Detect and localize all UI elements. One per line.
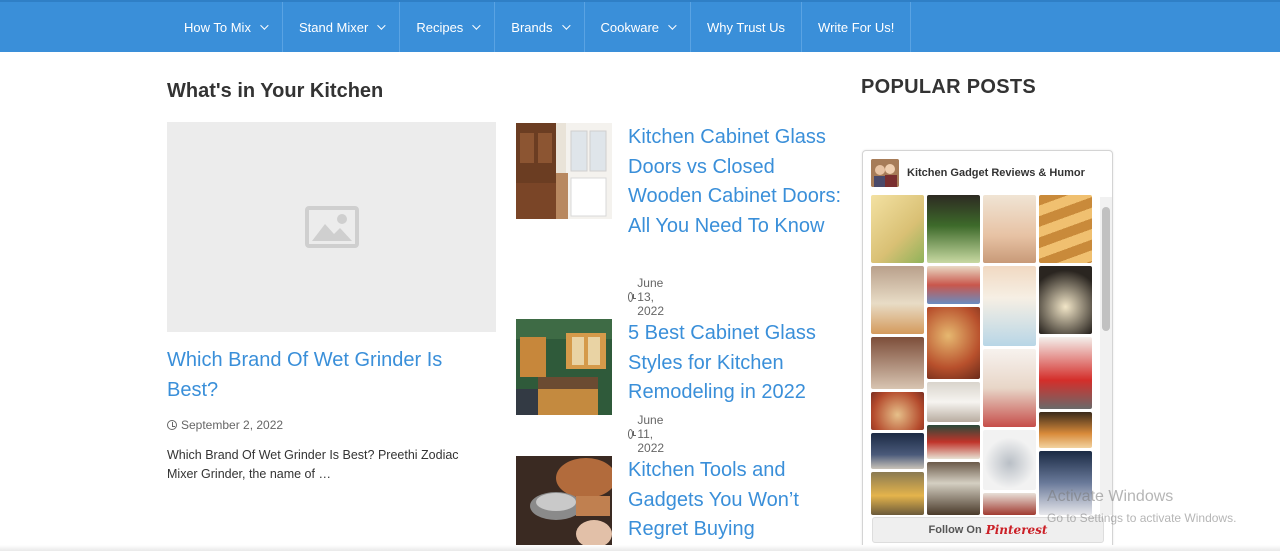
nav-item-stand-mixer[interactable]: Stand Mixer	[283, 2, 401, 52]
chevron-down-icon	[472, 21, 481, 30]
pin-image[interactable]	[871, 266, 924, 334]
pin-image[interactable]	[983, 493, 1036, 515]
nav-item-recipes[interactable]: Recipes	[400, 2, 496, 52]
nav-item-brands[interactable]: Brands	[495, 2, 585, 52]
pin-image[interactable]	[871, 433, 924, 469]
chevron-down-icon	[377, 21, 386, 30]
featured-post-excerpt: Which Brand Of Wet Grinder Is Best? Pree…	[167, 448, 459, 481]
chevron-down-icon	[668, 21, 677, 30]
featured-post-image[interactable]	[167, 122, 496, 332]
post-date: June 11, 2022	[628, 413, 669, 455]
pin-image[interactable]	[927, 195, 980, 263]
pin-image[interactable]	[983, 266, 1036, 346]
post-thumbnail[interactable]	[516, 456, 612, 551]
pin-image[interactable]	[1039, 412, 1092, 448]
chevron-down-icon	[260, 21, 269, 30]
nav-item-label: How To Mix	[184, 19, 251, 35]
nav-item-label: Stand Mixer	[298, 19, 369, 35]
pin-image[interactable]	[983, 430, 1036, 490]
nav-item-write-for-us[interactable]: Write For Us!	[802, 2, 912, 52]
post-thumbnail[interactable]	[516, 123, 612, 219]
scrollbar-thumb[interactable]	[1102, 207, 1110, 331]
pin-image[interactable]	[927, 382, 980, 422]
pin-image[interactable]	[927, 266, 980, 304]
activate-windows-title: Activate Windows	[1047, 488, 1174, 505]
avatar	[871, 159, 899, 187]
pin-image[interactable]	[871, 337, 924, 389]
section-title: What's in Your Kitchen	[167, 80, 384, 102]
widget-board-name: Kitchen Gadget Reviews & Humor	[907, 167, 1085, 179]
nav-item-label: Cookware	[600, 19, 660, 35]
featured-post-title[interactable]: Which Brand Of Wet Grinder Is Best?	[167, 345, 487, 405]
pin-image[interactable]	[1039, 266, 1092, 334]
nav-item-label: Recipes	[416, 19, 464, 35]
featured-post-date: September 2, 2022	[167, 418, 283, 432]
widget-scrollbar[interactable]	[1100, 197, 1112, 515]
pin-image[interactable]	[871, 195, 924, 263]
pin-image[interactable]	[927, 425, 980, 459]
clock-icon	[628, 292, 637, 302]
nav-item-cookware[interactable]: Cookware	[585, 2, 692, 52]
pinterest-logo-text: Pinterest	[985, 523, 1048, 537]
pin-image[interactable]	[1039, 195, 1092, 263]
nav-menu: How To Mix Stand Mixer Recipes Brands Co…	[168, 2, 912, 52]
pin-image[interactable]	[871, 392, 924, 430]
image-placeholder-icon	[304, 206, 359, 248]
pin-image[interactable]	[871, 472, 924, 515]
post-date-text: June 11, 2022	[637, 413, 665, 455]
sidebar-title: POPULAR POSTS	[861, 76, 1037, 98]
post-date-text: September 2, 2022	[181, 418, 284, 432]
nav-item-why-trust-us[interactable]: Why Trust Us	[691, 2, 803, 52]
pin-image[interactable]	[927, 462, 980, 515]
chevron-down-icon	[561, 21, 571, 30]
post-title[interactable]: Kitchen Cabinet Glass Doors vs Closed Wo…	[628, 123, 853, 241]
widget-header[interactable]: Kitchen Gadget Reviews & Humor	[863, 151, 1112, 195]
post-title[interactable]: 5 Best Cabinet Glass Styles for Kitchen …	[628, 319, 853, 408]
pin-image[interactable]	[983, 195, 1036, 263]
bottom-divider	[0, 545, 1280, 551]
post-date-text: June 13, 2022	[637, 276, 664, 318]
activate-windows-subtitle: Go to Settings to activate Windows.	[1047, 511, 1237, 525]
clock-icon	[167, 420, 177, 430]
nav-item-label: Write For Us!	[818, 19, 895, 35]
top-navbar: How To Mix Stand Mixer Recipes Brands Co…	[0, 0, 1280, 52]
pin-image[interactable]	[1039, 337, 1092, 409]
pin-image[interactable]	[927, 307, 980, 379]
nav-item-label: Why Trust Us	[707, 19, 786, 35]
pin-image[interactable]	[983, 349, 1036, 427]
clock-icon	[628, 429, 637, 439]
post-title[interactable]: Kitchen Tools and Gadgets You Won’t Regr…	[628, 456, 853, 545]
post-thumbnail[interactable]	[516, 319, 612, 415]
nav-item-label: Brands	[511, 19, 553, 35]
follow-label: Follow On	[928, 524, 982, 536]
post-date: June 13, 2022	[628, 276, 669, 318]
nav-item-how-to-mix[interactable]: How To Mix	[168, 2, 283, 52]
pin-grid	[871, 195, 1095, 515]
